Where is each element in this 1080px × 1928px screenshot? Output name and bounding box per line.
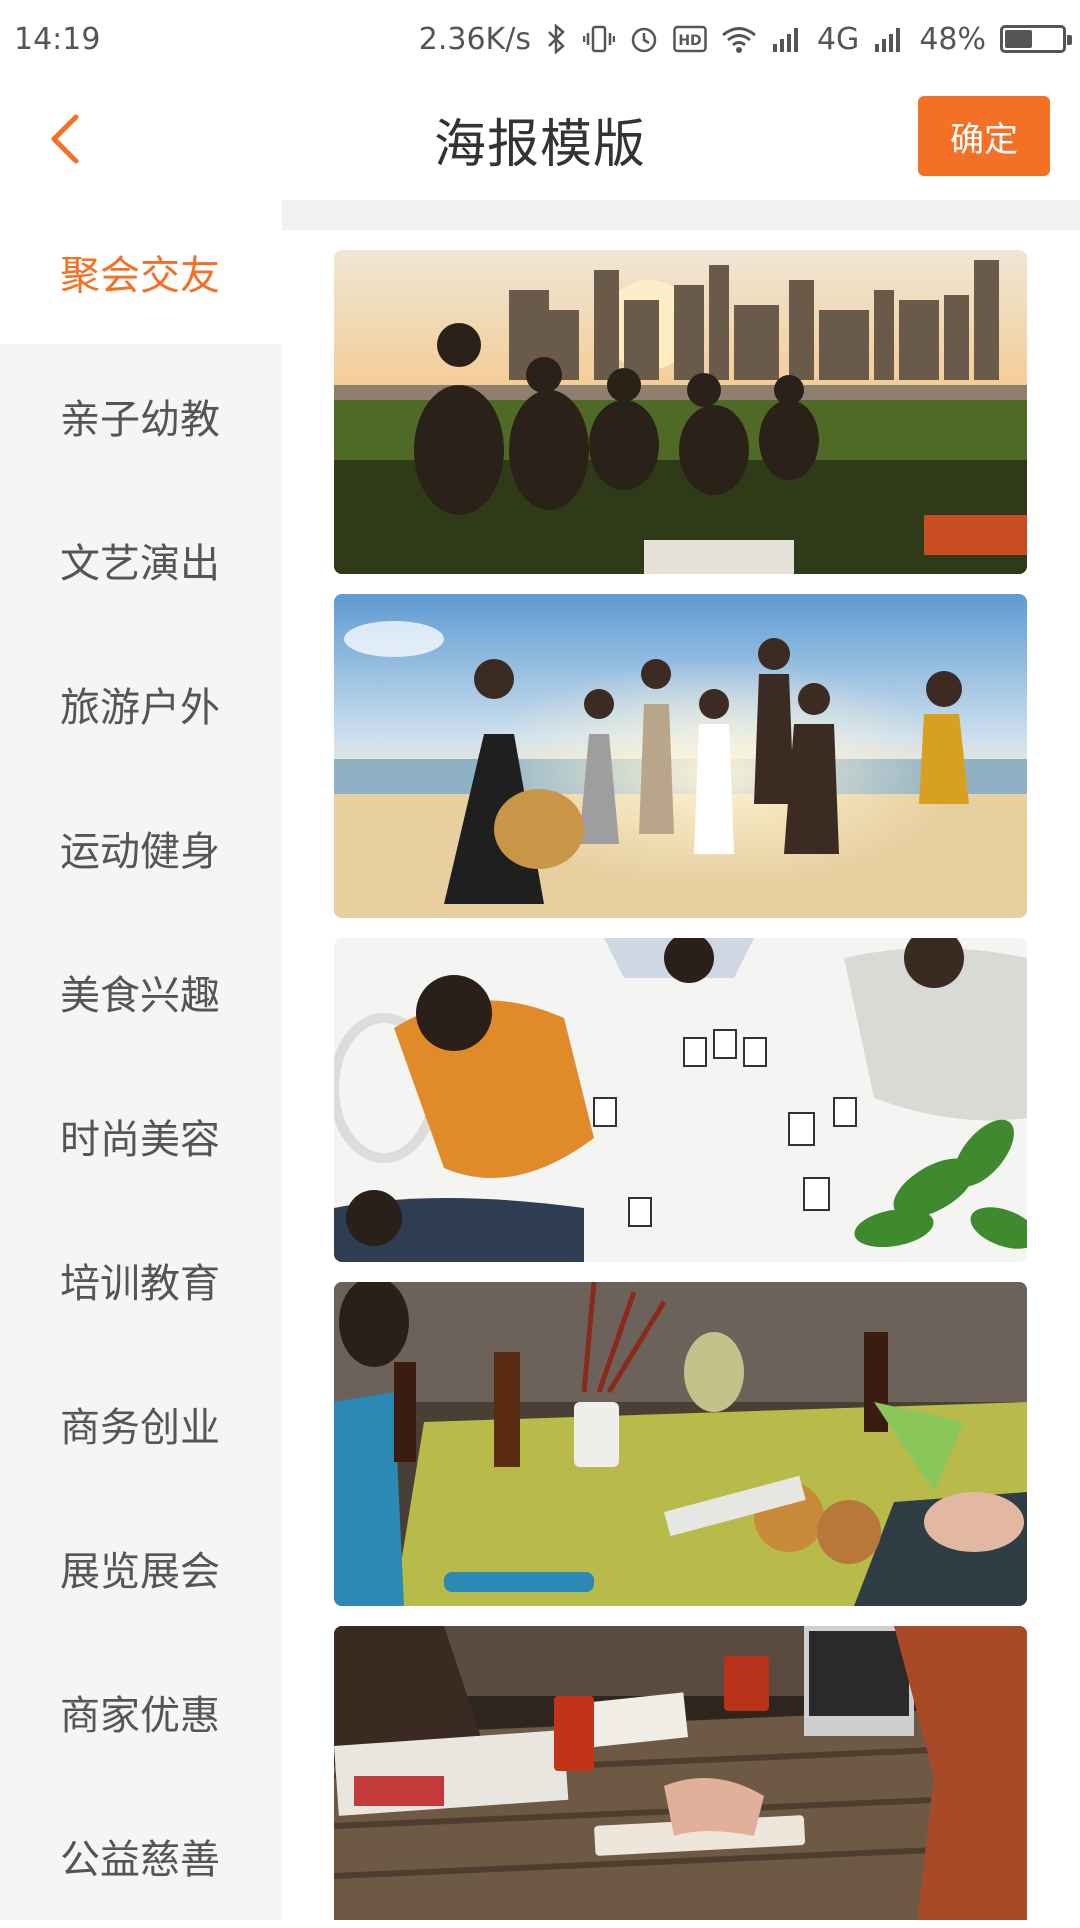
header: 海报模版 确定 xyxy=(0,78,1080,200)
back-button[interactable] xyxy=(36,106,96,172)
template-card-cafe[interactable] xyxy=(334,1626,1027,1920)
sidebar-item-sports[interactable]: 运动健身 xyxy=(0,776,282,920)
status-time: 14:19 xyxy=(14,21,101,57)
sidebar-item-label: 商家优惠 xyxy=(60,1693,220,1739)
sidebar-item-merchant[interactable]: 商家优惠 xyxy=(0,1640,282,1784)
sidebar-item-business[interactable]: 商务创业 xyxy=(0,1352,282,1496)
sidebar-item-charity[interactable]: 公益慈善 xyxy=(0,1784,282,1928)
signal-icon-2 xyxy=(873,24,905,54)
sidebar-item-party[interactable]: 聚会交友 xyxy=(0,200,282,344)
sidebar-item-performance[interactable]: 文艺演出 xyxy=(0,488,282,632)
sidebar-item-label: 聚会交友 xyxy=(60,253,220,299)
sidebar-item-travel[interactable]: 旅游户外 xyxy=(0,632,282,776)
sidebar-item-label: 时尚美容 xyxy=(60,1117,220,1163)
sidebar-item-beauty[interactable]: 时尚美容 xyxy=(0,1064,282,1208)
svg-text:HD: HD xyxy=(678,33,701,49)
template-card-cards[interactable] xyxy=(334,938,1027,1262)
template-card-beach[interactable] xyxy=(334,594,1027,918)
vibrate-icon xyxy=(582,24,615,54)
template-image xyxy=(334,250,1027,574)
network-speed: 2.36K/s xyxy=(418,21,531,57)
template-image xyxy=(334,1626,1027,1920)
page-title: 海报模版 xyxy=(433,114,646,175)
template-card-dinner[interactable] xyxy=(334,1282,1027,1606)
battery-level xyxy=(1005,30,1032,48)
sidebar-item-label: 美食兴趣 xyxy=(60,973,220,1019)
chevron-left-icon xyxy=(51,114,79,164)
category-sidebar: 聚会交友 亲子幼教 文艺演出 旅游户外 运动健身 美食兴趣 时尚美容 培训教育 … xyxy=(0,200,282,1920)
sidebar-item-label: 公益慈善 xyxy=(60,1837,220,1883)
sidebar-item-exhibition[interactable]: 展览展会 xyxy=(0,1496,282,1640)
battery-icon xyxy=(1000,25,1072,53)
sidebar-item-label: 亲子幼教 xyxy=(60,397,220,443)
template-list xyxy=(282,200,1080,1920)
sidebar-item-label: 商务创业 xyxy=(60,1405,220,1451)
sidebar-item-label: 文艺演出 xyxy=(60,541,220,587)
alarm-icon xyxy=(629,24,659,54)
bluetooth-icon xyxy=(545,24,569,54)
status-bar: 14:19 2.36K/s HD 4G 48% xyxy=(0,0,1080,78)
wifi-icon xyxy=(721,24,757,54)
confirm-button[interactable]: 确定 xyxy=(918,96,1050,176)
template-image xyxy=(334,1282,1027,1606)
sidebar-item-label: 展览展会 xyxy=(60,1549,220,1595)
sidebar-item-label: 旅游户外 xyxy=(60,685,220,731)
signal-icon xyxy=(771,24,803,54)
battery-percent: 48% xyxy=(919,21,986,57)
template-card-picnic[interactable] xyxy=(334,250,1027,574)
sidebar-item-food[interactable]: 美食兴趣 xyxy=(0,920,282,1064)
template-image xyxy=(334,594,1027,918)
divider xyxy=(282,200,1080,230)
sidebar-item-education[interactable]: 培训教育 xyxy=(0,1208,282,1352)
sidebar-item-label: 培训教育 xyxy=(60,1261,220,1307)
network-type: 4G xyxy=(816,21,860,57)
sidebar-item-label: 运动健身 xyxy=(60,829,220,875)
status-icons: 2.36K/s HD 4G 48% xyxy=(418,21,1072,57)
sidebar-item-parenting[interactable]: 亲子幼教 xyxy=(0,344,282,488)
template-image xyxy=(334,938,1027,1262)
hd-icon: HD xyxy=(673,25,707,53)
